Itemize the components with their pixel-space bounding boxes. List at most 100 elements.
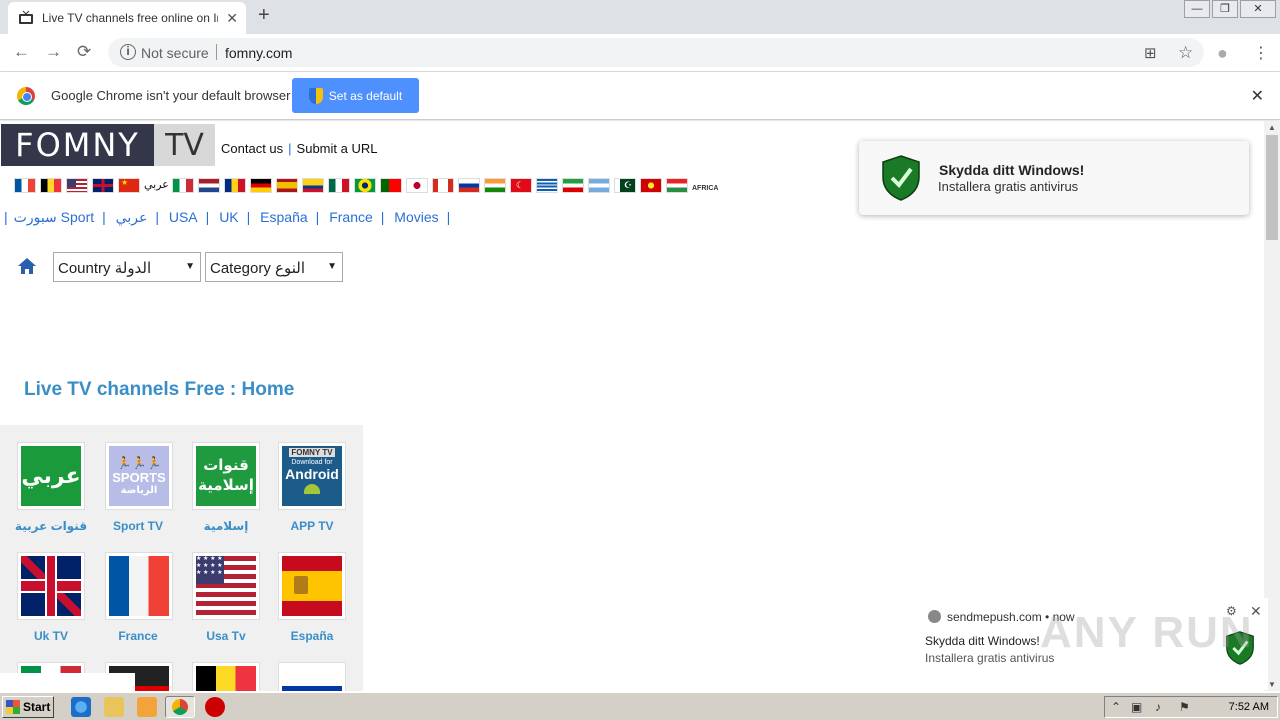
tile-label-uk[interactable]: Uk TV bbox=[6, 629, 96, 643]
shield-check-icon bbox=[882, 155, 920, 201]
flag-romania[interactable] bbox=[224, 178, 246, 193]
start-button[interactable]: Start bbox=[2, 696, 54, 718]
flag-spain[interactable] bbox=[276, 178, 298, 193]
flag-france[interactable] bbox=[14, 178, 36, 193]
ie-icon[interactable] bbox=[71, 697, 91, 717]
flag-argentina[interactable] bbox=[588, 178, 610, 193]
flag-portugal[interactable] bbox=[380, 178, 402, 193]
back-button[interactable]: ← bbox=[13, 42, 30, 62]
cat-link-usa[interactable]: USA bbox=[169, 209, 198, 225]
bookmark-star-icon[interactable]: ☆ bbox=[1178, 43, 1193, 63]
flag-china[interactable]: ★ bbox=[118, 178, 140, 193]
flag-turkey[interactable]: ☾ bbox=[510, 178, 532, 193]
tile-russia[interactable] bbox=[278, 662, 346, 691]
network-icon[interactable]: ▣ bbox=[1131, 700, 1142, 714]
country-select-value: Country الدولة bbox=[58, 260, 152, 277]
home-icon[interactable] bbox=[17, 257, 37, 275]
infobar-close-icon[interactable]: ✕ bbox=[1251, 86, 1264, 106]
flag-canada[interactable] bbox=[432, 178, 454, 193]
flag-greece[interactable] bbox=[536, 178, 558, 193]
flag-arabic[interactable]: عربي bbox=[144, 178, 169, 193]
cat-link-espana[interactable]: España bbox=[260, 209, 307, 225]
new-tab-button[interactable]: + bbox=[258, 4, 270, 27]
flag-japan[interactable] bbox=[406, 178, 428, 193]
set-as-default-button[interactable]: Set as default bbox=[292, 78, 419, 113]
translate-icon[interactable]: ⊞ bbox=[1144, 44, 1157, 62]
flag-india[interactable] bbox=[484, 178, 506, 193]
usa-canton bbox=[67, 179, 76, 187]
flag-iran[interactable] bbox=[562, 178, 584, 193]
close-window-button[interactable]: ✕ bbox=[1240, 0, 1276, 18]
url-text[interactable]: fomny.com bbox=[225, 45, 292, 61]
site-logo[interactable]: FOMNY TV bbox=[1, 124, 215, 166]
cat-separator: | bbox=[4, 209, 8, 225]
submit-url-link[interactable]: Submit a URL bbox=[297, 141, 378, 156]
category-select[interactable]: Category النوع ▼ bbox=[205, 252, 343, 282]
uac-shield-icon bbox=[308, 87, 323, 104]
tab-close-icon[interactable]: ✕ bbox=[226, 10, 238, 27]
flag-usa[interactable] bbox=[66, 178, 88, 193]
flag-netherlands[interactable] bbox=[198, 178, 220, 193]
antivirus-popup[interactable]: Skydda ditt Windows! Installera gratis a… bbox=[859, 141, 1249, 215]
chrome-taskbar-button[interactable] bbox=[165, 696, 195, 718]
tile-label-islamic[interactable]: إسلامية bbox=[181, 519, 271, 533]
profile-icon[interactable]: ● bbox=[1217, 43, 1228, 64]
flag-mexico[interactable] bbox=[328, 178, 350, 193]
tile-belgium[interactable] bbox=[192, 662, 260, 691]
tile-france[interactable] bbox=[105, 552, 173, 620]
flag-uk[interactable] bbox=[92, 178, 114, 193]
tile-label-usa[interactable]: Usa Tv bbox=[181, 629, 271, 643]
flag-colombia[interactable] bbox=[302, 178, 324, 193]
address-bar[interactable]: i Not secure fomny.com ⊞ ☆ bbox=[108, 38, 1204, 67]
media-player-icon[interactable] bbox=[137, 697, 157, 717]
forward-button[interactable]: → bbox=[45, 42, 62, 62]
flag-russia[interactable] bbox=[458, 178, 480, 193]
browser-tab[interactable]: Live TV channels free online on Internet… bbox=[8, 2, 246, 34]
tile-islamic[interactable]: قنوات إسلامية bbox=[192, 442, 260, 510]
tile-app[interactable]: FOMNY TV Download for Android bbox=[278, 442, 346, 510]
scroll-down-icon[interactable]: ▼ bbox=[1268, 680, 1276, 689]
flag-belgium[interactable] bbox=[40, 178, 62, 193]
tile-label-espana[interactable]: España bbox=[267, 629, 357, 643]
tile-label-app[interactable]: APP TV bbox=[267, 519, 357, 533]
russia-flag-image bbox=[282, 666, 342, 691]
tile-label-sport[interactable]: Sport TV bbox=[93, 519, 183, 533]
flag-macedonia[interactable] bbox=[640, 178, 662, 193]
contact-link[interactable]: Contact us bbox=[221, 141, 283, 156]
flag-kurdistan[interactable] bbox=[666, 178, 688, 193]
minimize-button[interactable]: — bbox=[1184, 0, 1210, 18]
tile-label-arabic[interactable]: قنوات عربية bbox=[6, 519, 96, 533]
tile-label-france[interactable]: France bbox=[93, 629, 183, 643]
cat-link-arabic[interactable]: عربي bbox=[116, 209, 148, 225]
volume-icon[interactable]: ♪ bbox=[1155, 700, 1161, 714]
cat-link-france[interactable]: France bbox=[329, 209, 373, 225]
cat-link-uk[interactable]: UK bbox=[219, 209, 238, 225]
flag-pakistan[interactable]: ☪ bbox=[614, 178, 636, 193]
scroll-thumb[interactable] bbox=[1266, 135, 1278, 240]
maximize-button[interactable]: ❐ bbox=[1212, 0, 1238, 18]
tile-uk[interactable] bbox=[17, 552, 85, 620]
info-icon[interactable]: i bbox=[120, 44, 136, 60]
tile-sport[interactable]: 🏃🏃🏃 SPORTS الرياضة bbox=[105, 442, 173, 510]
flag-italy[interactable] bbox=[172, 178, 194, 193]
menu-icon[interactable]: ⋮ bbox=[1253, 43, 1269, 63]
tile-espana[interactable] bbox=[278, 552, 346, 620]
flag-germany[interactable] bbox=[250, 178, 272, 193]
spain-flag-image bbox=[282, 556, 342, 616]
scroll-up-icon[interactable]: ▲ bbox=[1268, 123, 1276, 132]
cat-link-sport[interactable]: سبورت Sport bbox=[14, 209, 95, 225]
anyrun-watermark: ANY RUN bbox=[1040, 608, 1254, 657]
flag-icon[interactable]: ⚑ bbox=[1179, 700, 1190, 714]
tray-expand-icon[interactable]: ⌃ bbox=[1111, 700, 1121, 714]
folder-icon[interactable] bbox=[104, 697, 124, 717]
flag-brazil[interactable] bbox=[354, 178, 376, 193]
clock[interactable]: 7:52 AM bbox=[1229, 701, 1269, 713]
reload-button[interactable]: ⟳ bbox=[77, 42, 91, 62]
country-select[interactable]: Country الدولة ▼ bbox=[53, 252, 201, 282]
tile-arabic[interactable]: عربي bbox=[17, 442, 85, 510]
cat-link-movies[interactable]: Movies bbox=[394, 209, 438, 225]
tile-usa[interactable]: ★ ★ ★ ★ ★ ★ ★ ★ ★ ★ ★ ★ bbox=[192, 552, 260, 620]
flag-africa[interactable]: AFRICA bbox=[692, 178, 718, 193]
stop-icon[interactable] bbox=[205, 697, 225, 717]
category-links: | سبورت Sport | عربي | USA | UK | España | Fra… bbox=[4, 209, 456, 226]
